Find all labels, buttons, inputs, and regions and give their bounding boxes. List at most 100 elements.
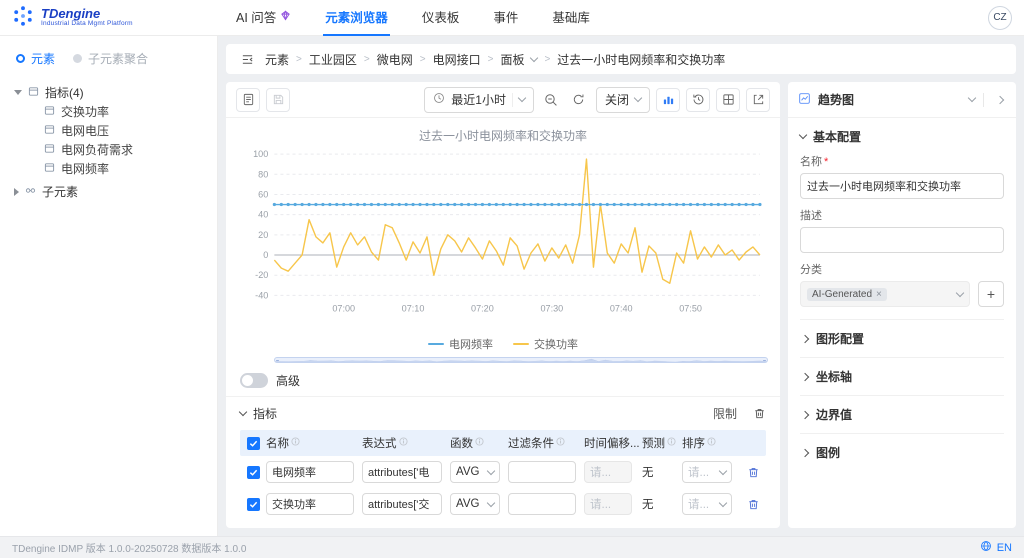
save-icon[interactable] (266, 87, 290, 112)
legend-item[interactable]: 电网频率 (428, 336, 493, 352)
time-offset-select[interactable]: 请... (584, 461, 632, 483)
time-range-select[interactable]: 最近1小时 (424, 86, 534, 113)
tree-node-metric[interactable]: 交换功率 (14, 102, 207, 121)
breadcrumb-item[interactable]: 微电网 (377, 51, 413, 68)
forecast-value[interactable]: 无 (642, 467, 654, 479)
advanced-toggle[interactable] (240, 373, 268, 388)
svg-text:100: 100 (253, 149, 268, 159)
info-icon (667, 437, 676, 449)
col-header: 函数 (450, 438, 473, 450)
breadcrumb-item[interactable]: 工业园区 (309, 51, 357, 68)
chevron-down-icon[interactable] (967, 93, 977, 103)
basic-config-section[interactable]: 基本配置 (798, 128, 1004, 145)
tree-node-metric[interactable]: 电网频率 (14, 159, 207, 178)
filter-input[interactable] (508, 493, 576, 515)
section-title: 坐标轴 (816, 370, 853, 384)
breadcrumb-item[interactable]: 电网接口 (433, 51, 481, 68)
row-checkbox[interactable] (246, 497, 260, 511)
col-header: 过滤条件 (508, 438, 554, 450)
section-title: 图形配置 (816, 332, 865, 346)
time-brush-scrollbar[interactable] (274, 356, 768, 363)
breadcrumb-item-panel[interactable]: 面板 (500, 51, 524, 68)
nav-dashboard[interactable]: 仪表板 (420, 0, 462, 36)
chart-name-input[interactable] (800, 173, 1004, 199)
export-icon[interactable] (746, 87, 770, 112)
nav-events[interactable]: 事件 (491, 0, 520, 36)
legend-item[interactable]: 交换功率 (513, 336, 578, 352)
svg-text:07:30: 07:30 (540, 304, 563, 314)
nav-base-library[interactable]: 基础库 (550, 0, 592, 36)
tree-node-metric[interactable]: 电网电压 (14, 121, 207, 140)
sidebar-tab-element[interactable]: 元素 (16, 50, 55, 67)
category-chip: AI-Generated × (807, 287, 887, 301)
language-selector[interactable]: EN (980, 540, 1012, 555)
function-select[interactable]: AVG (450, 493, 500, 515)
bar-chart-icon[interactable] (656, 87, 680, 112)
sidebar-tab-label: 元素 (31, 52, 56, 66)
menu-fold-icon[interactable] (236, 48, 258, 70)
section-legend[interactable]: 图例 (800, 433, 1004, 471)
expand-panel-button[interactable] (992, 89, 1008, 111)
user-avatar[interactable]: CZ (988, 5, 1012, 30)
description-input[interactable] (800, 227, 1004, 253)
app-screen: TDengine Industrial Data Mgmt Platform A… (0, 0, 1024, 558)
brush-preview (275, 358, 767, 362)
function-value: AVG (456, 466, 480, 478)
delete-row-icon[interactable] (747, 498, 760, 511)
caret-right-icon[interactable] (14, 187, 19, 196)
config-panel-header: 趋势图 (788, 82, 1016, 118)
tree-node-metrics-group[interactable]: 指标(4) (14, 83, 207, 102)
caret-down-icon[interactable] (14, 90, 22, 95)
nav-element-browser[interactable]: 元素浏览器 (323, 0, 390, 36)
zoom-out-icon[interactable] (540, 89, 562, 111)
category-tag-select[interactable]: AI-Generated × (800, 281, 970, 307)
breadcrumb-item[interactable]: 元素 (265, 51, 289, 68)
sort-select[interactable]: 请... (682, 461, 732, 483)
delete-section-icon[interactable] (753, 407, 766, 420)
expression-input[interactable] (362, 461, 442, 483)
brand[interactable]: TDengine Industrial Data Mgmt Platform (12, 5, 218, 30)
link-icon (25, 185, 36, 199)
function-select[interactable]: AVG (450, 461, 500, 483)
col-header: 排序 (682, 438, 705, 450)
expression-input[interactable] (362, 493, 442, 515)
sort-select[interactable]: 请... (682, 493, 732, 515)
metric-name-input[interactable] (266, 461, 354, 483)
sidebar-tab-subelement-aggregate[interactable]: 子元素聚合 (73, 50, 148, 67)
time-offset-select[interactable]: 请... (584, 493, 632, 515)
delete-row-icon[interactable] (747, 466, 760, 479)
chevron-down-icon[interactable] (238, 407, 248, 417)
section-graph-config[interactable]: 图形配置 (800, 319, 1004, 357)
section-boundary[interactable]: 边界值 (800, 395, 1004, 433)
forecast-value[interactable]: 无 (642, 499, 654, 511)
legend-swatch (513, 342, 529, 346)
chevron-down-icon (633, 93, 643, 103)
col-header: 表达式 (362, 438, 397, 450)
tree-node-subelement[interactable]: 子元素 (14, 182, 207, 201)
nav-ai-qa[interactable]: AI 问答 (234, 0, 293, 36)
table-view-icon[interactable] (716, 87, 740, 112)
row-checkbox[interactable] (246, 465, 260, 479)
metric-name-input[interactable] (266, 493, 354, 515)
svg-text:-20: -20 (255, 270, 268, 280)
chevron-down-icon (798, 130, 808, 140)
advanced-label: 高级 (276, 374, 301, 388)
add-category-button[interactable]: + (978, 281, 1004, 307)
breadcrumb-separator: > (544, 53, 551, 65)
history-icon[interactable] (686, 87, 710, 112)
refresh-icon[interactable] (568, 89, 590, 111)
close-select[interactable]: 关闭 (595, 86, 650, 113)
metrics-table-header: 名称 表达式 函数 过滤条件 时间偏移... 预测 排序 (240, 430, 766, 456)
body-row: 元素 子元素聚合 指标(4) 交换功率 电网电压 电网负荷需求 电网频率 子元素… (0, 36, 1024, 536)
chip-close-icon[interactable]: × (876, 289, 882, 300)
chevron-down-icon[interactable] (530, 53, 539, 62)
document-icon[interactable] (236, 87, 260, 112)
select-all-checkbox[interactable] (246, 436, 260, 450)
tree-node-metric[interactable]: 电网负荷需求 (14, 140, 207, 159)
limit-button[interactable]: 限制 (713, 405, 737, 422)
filter-input[interactable] (508, 461, 576, 483)
main-area: 元素 > 工业园区 > 微电网 > 电网接口 > 面板 > 过去一小时电网频率和… (218, 36, 1024, 536)
section-axes[interactable]: 坐标轴 (800, 357, 1004, 395)
breadcrumb-separator: > (296, 53, 302, 65)
tree-node-label: 交换功率 (61, 105, 110, 119)
